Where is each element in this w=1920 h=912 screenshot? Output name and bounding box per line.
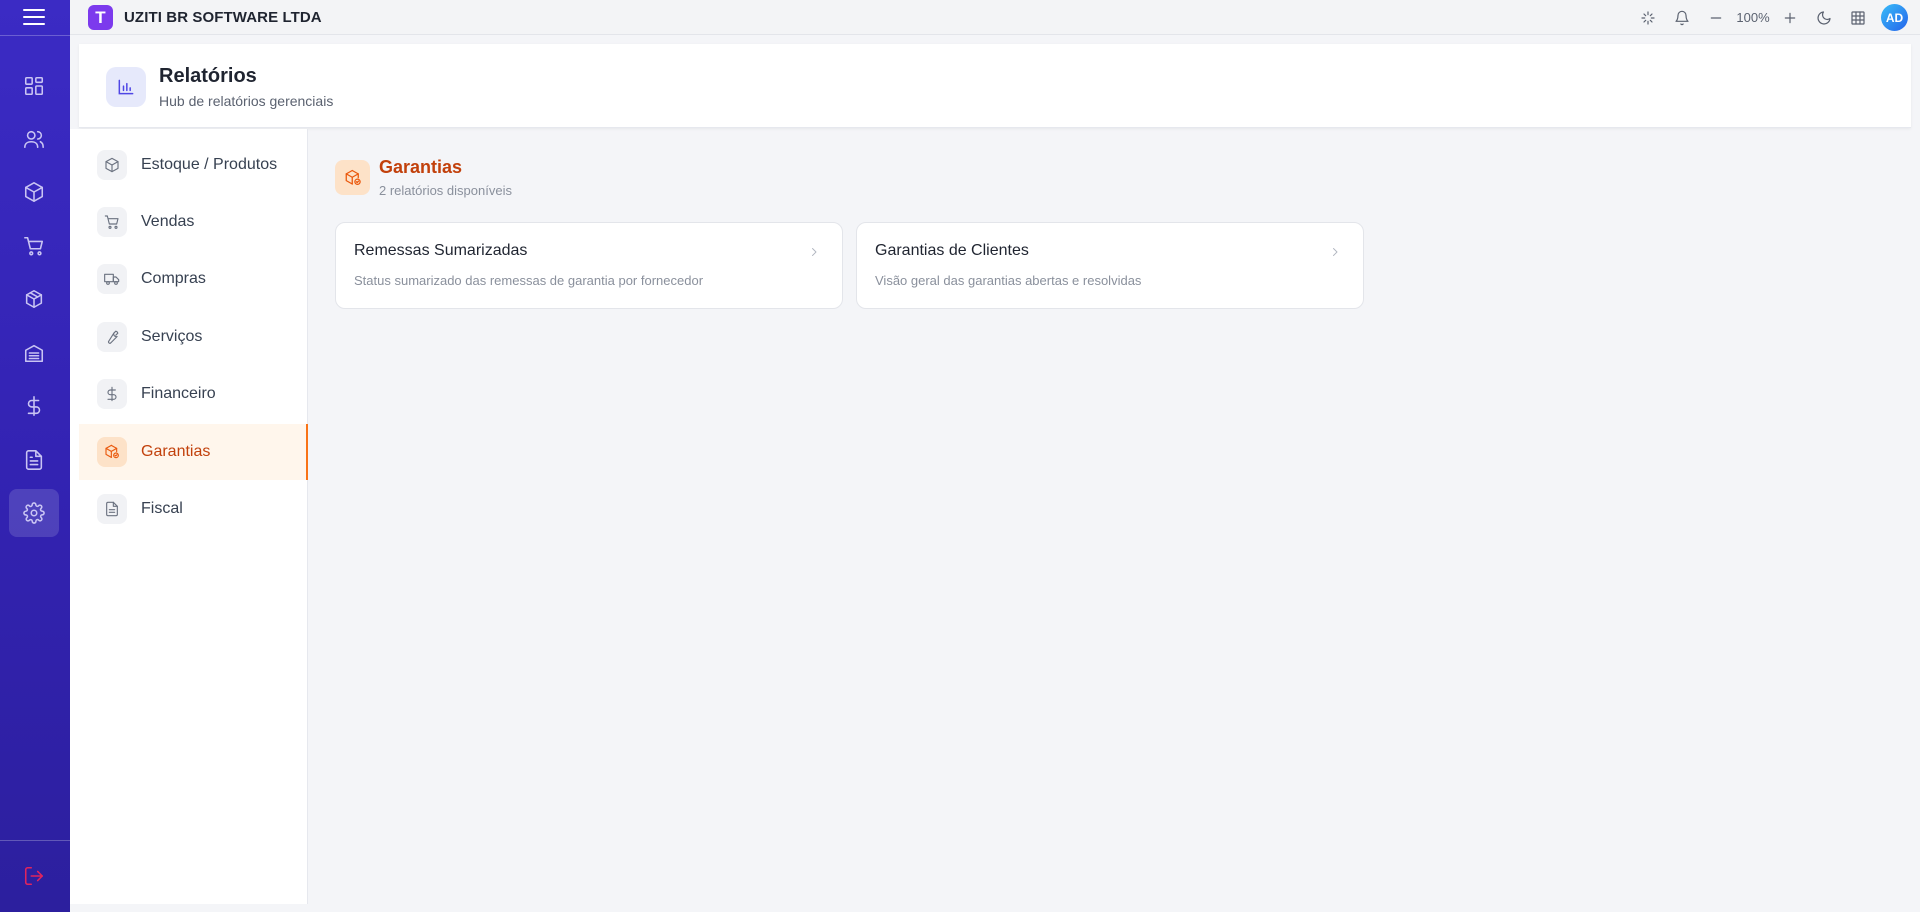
zoom-level: 100% xyxy=(1736,10,1770,25)
section-subtitle: 2 relatórios disponíveis xyxy=(379,183,512,198)
category-icon-badge xyxy=(97,494,127,524)
category-garantias[interactable]: Garantias xyxy=(79,424,308,480)
bar-chart-icon xyxy=(118,79,134,95)
package-icon xyxy=(25,289,43,309)
sparkle-button[interactable] xyxy=(1631,0,1665,35)
page-subtitle: Hub de relatórios gerenciais xyxy=(159,93,334,109)
report-title: Remessas Sumarizadas xyxy=(354,242,528,259)
category-vendas[interactable]: Vendas xyxy=(79,194,308,250)
report-card-garantias-de-clientes[interactable]: Garantias de Clientes Visão geral das ga… xyxy=(856,222,1364,309)
chevron-right-icon xyxy=(808,245,820,257)
logout-button[interactable] xyxy=(9,852,59,900)
page-title: Relatórios xyxy=(159,65,257,87)
category-financeiro[interactable]: Financeiro xyxy=(79,366,308,422)
rail-packages[interactable] xyxy=(9,275,59,323)
bell-icon xyxy=(1675,10,1689,25)
category-label: Fiscal xyxy=(141,500,183,517)
menu-icon[interactable] xyxy=(23,9,45,25)
logout-icon xyxy=(24,866,44,886)
zoom-in-icon xyxy=(1784,12,1796,23)
topbar-actions: 100% AD xyxy=(1631,0,1908,35)
section-icon-badge xyxy=(335,160,370,195)
zoom-in-button[interactable] xyxy=(1773,0,1807,35)
category-label: Estoque / Produtos xyxy=(141,156,278,173)
page-header: Relatórios Hub de relatórios gerenciais xyxy=(79,44,1911,128)
truck-icon xyxy=(104,273,120,285)
grid-icon xyxy=(1851,10,1865,25)
rail-products[interactable] xyxy=(9,168,59,216)
rail-divider-bottom xyxy=(0,840,70,841)
box-icon xyxy=(105,157,119,173)
report-card-remessas-sumarizadas[interactable]: Remessas Sumarizadas Status sumarizado d… xyxy=(335,222,843,309)
category-icon-badge xyxy=(97,207,127,237)
category-icon-badge xyxy=(97,437,127,467)
rail-dashboard[interactable] xyxy=(9,62,59,110)
category-label: Serviços xyxy=(141,328,203,345)
warranty-box-icon xyxy=(105,444,119,459)
category-fiscal[interactable]: Fiscal xyxy=(79,481,308,537)
top-bar: T UZITI BR SOFTWARE LTDA 100% AD xyxy=(70,0,1920,35)
report-description: Status sumarizado das remessas de garant… xyxy=(354,273,704,288)
user-avatar[interactable]: AD xyxy=(1881,4,1908,31)
rail-sales[interactable] xyxy=(9,222,59,270)
rail-documents[interactable] xyxy=(9,436,59,484)
section-title: Garantias xyxy=(379,157,463,177)
notifications-button[interactable] xyxy=(1665,0,1699,35)
category-icon-badge xyxy=(97,264,127,294)
category-icon-badge xyxy=(97,322,127,352)
warehouse-icon xyxy=(24,344,44,363)
cart-icon xyxy=(104,215,119,229)
rail-divider xyxy=(0,35,70,36)
users-icon xyxy=(24,130,44,149)
report-description: Visão geral das garantias abertas e reso… xyxy=(875,273,1142,288)
rail-settings[interactable] xyxy=(9,489,59,537)
theme-toggle-button[interactable] xyxy=(1807,0,1841,35)
dollar-icon xyxy=(107,386,117,402)
category-icon-badge xyxy=(97,150,127,180)
dollar-icon xyxy=(27,396,41,416)
category-label: Financeiro xyxy=(141,385,216,402)
sparkle-icon xyxy=(1641,10,1655,25)
report-title: Garantias de Clientes xyxy=(875,242,1029,259)
box-icon xyxy=(24,182,44,202)
company-logo[interactable]: T xyxy=(88,5,113,30)
rail-users[interactable] xyxy=(9,115,59,163)
apps-grid-button[interactable] xyxy=(1841,0,1875,35)
category-icon-badge xyxy=(97,379,127,409)
category-label: Compras xyxy=(141,270,206,287)
rail-warehouse[interactable] xyxy=(9,329,59,377)
settings-icon xyxy=(23,502,45,524)
category-label: Vendas xyxy=(141,213,195,230)
document-icon xyxy=(25,450,43,470)
zoom-out-icon xyxy=(1710,16,1722,19)
category-servicos[interactable]: Serviços xyxy=(79,309,308,365)
logo-letter: T xyxy=(95,8,106,27)
company-name: UZITI BR SOFTWARE LTDA xyxy=(124,9,322,26)
moon-icon xyxy=(1817,10,1831,25)
dashboard-icon xyxy=(24,76,44,96)
wrench-icon xyxy=(107,330,119,344)
header-icon-badge xyxy=(106,67,146,107)
left-rail xyxy=(0,0,70,912)
document-icon xyxy=(106,501,118,517)
category-label: Garantias xyxy=(141,443,211,460)
zoom-out-button[interactable] xyxy=(1699,0,1733,35)
chevron-right-icon xyxy=(1329,245,1341,257)
warranty-box-icon xyxy=(345,169,361,185)
report-categories: Estoque / Produtos Vendas Compras Serviç… xyxy=(70,129,308,904)
category-compras[interactable]: Compras xyxy=(79,251,308,307)
category-estoque-produtos[interactable]: Estoque / Produtos xyxy=(79,137,308,193)
rail-finance[interactable] xyxy=(9,382,59,430)
cart-icon xyxy=(24,236,44,256)
